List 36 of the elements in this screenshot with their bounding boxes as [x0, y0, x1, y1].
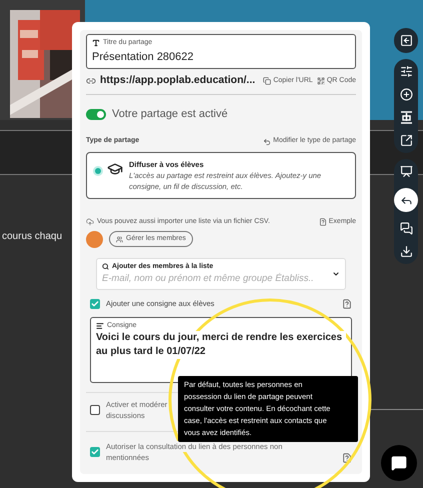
- checkbox[interactable]: [90, 404, 100, 414]
- help-icon: [318, 218, 327, 226]
- presentation-icon[interactable]: [400, 165, 412, 178]
- link-icon: [86, 76, 96, 86]
- add-icon[interactable]: [400, 88, 412, 101]
- download-icon[interactable]: [400, 245, 412, 258]
- text-icon: [96, 322, 104, 330]
- checkbox[interactable]: [90, 446, 100, 456]
- reply-button[interactable]: [394, 188, 418, 212]
- exit-icon[interactable]: [400, 34, 412, 47]
- checkbox[interactable]: [90, 298, 100, 309]
- chat-button[interactable]: [381, 445, 417, 481]
- avatar: [86, 230, 103, 248]
- users-icon: [116, 236, 123, 242]
- undo-icon: [263, 138, 272, 146]
- field-value: Voici le cours du jour, merci de rendre les exercices au plus tard le 01/07/22: [96, 331, 346, 359]
- chat-icon[interactable]: [400, 222, 412, 235]
- help-icon[interactable]: [342, 452, 352, 462]
- toggle-switch[interactable]: [86, 108, 106, 120]
- external-link-icon[interactable]: [400, 134, 412, 147]
- dropdown-icon[interactable]: [332, 270, 340, 278]
- background-text: courus chaqu: [2, 231, 62, 242]
- graduation-cap-icon: [107, 160, 123, 177]
- share-url: https://app.poplab.education/...: [100, 73, 256, 88]
- insert-icon[interactable]: [400, 111, 412, 124]
- qr-code-icon: [316, 76, 325, 85]
- text-icon: [92, 39, 100, 48]
- copy-icon: [263, 76, 272, 85]
- search-icon: [102, 263, 109, 270]
- upload-icon: [86, 218, 94, 226]
- chat-icon: [391, 455, 407, 471]
- search-input[interactable]: E-mail, nom ou prénom et même groupe Établiss..: [102, 272, 332, 286]
- help-icon[interactable]: [342, 298, 352, 309]
- field-value: Présentation 280622: [92, 50, 195, 64]
- toggle-label: Votre partage est activé: [112, 106, 228, 122]
- settings-icon[interactable]: [400, 65, 412, 78]
